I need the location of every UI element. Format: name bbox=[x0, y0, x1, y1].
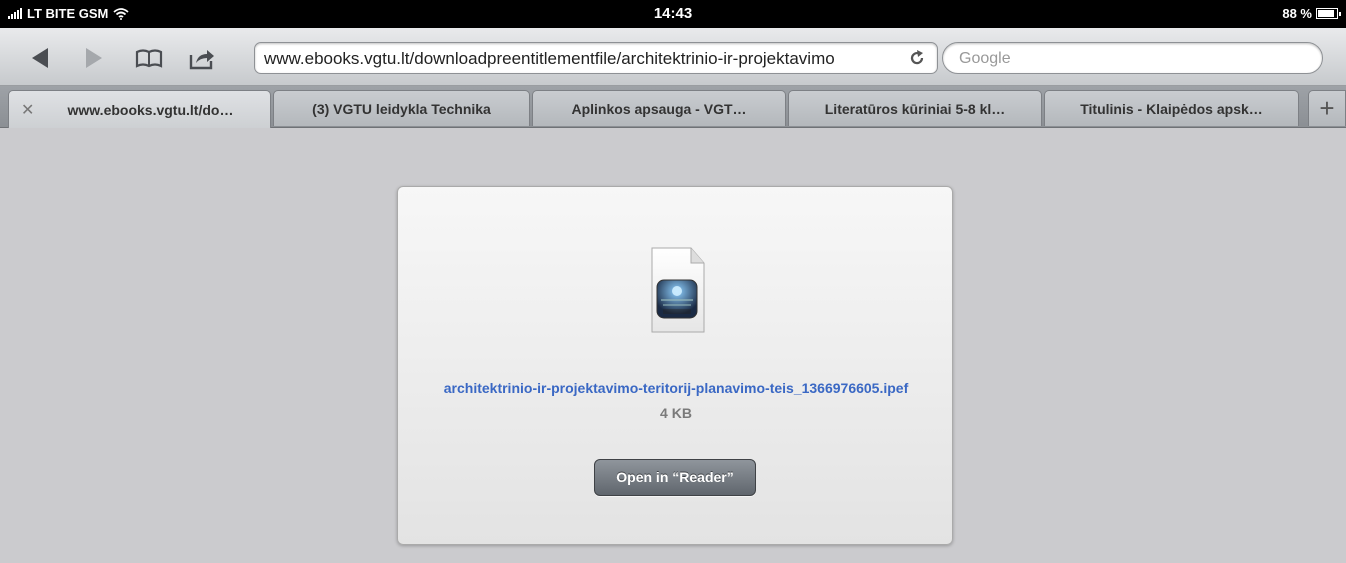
document-icon bbox=[651, 247, 705, 333]
reload-icon[interactable] bbox=[907, 48, 927, 68]
download-filesize: 4 KB bbox=[660, 405, 692, 421]
url-text[interactable]: www.ebooks.vgtu.lt/downloadpreentitlemen… bbox=[264, 49, 904, 69]
tab-bar: ✕ www.ebooks.vgtu.lt/do… (3) VGTU leidyk… bbox=[0, 86, 1346, 128]
tab-label: www.ebooks.vgtu.lt/do… bbox=[67, 101, 234, 118]
tab-active[interactable]: ✕ www.ebooks.vgtu.lt/do… bbox=[8, 90, 271, 128]
battery-icon bbox=[1316, 8, 1341, 19]
tab-label: Titulinis - Klaipėdos apsk… bbox=[1080, 100, 1263, 117]
tab-vgtu-leidykla[interactable]: (3) VGTU leidykla Technika bbox=[273, 90, 530, 126]
tab-label: (3) VGTU leidykla Technika bbox=[312, 100, 491, 117]
search-placeholder: Google bbox=[959, 50, 1011, 67]
forward-icon[interactable] bbox=[78, 43, 108, 73]
tab-aplinkos-apsauga[interactable]: Aplinkos apsauga - VGT… bbox=[532, 90, 786, 126]
tab-label: Literatūros kūriniai 5-8 kl… bbox=[824, 100, 1006, 117]
download-filename: architektrinio-ir-projektavimo-teritorij… bbox=[443, 380, 909, 396]
tab-label: Aplinkos apsauga - VGT… bbox=[571, 100, 747, 117]
bookmarks-icon[interactable] bbox=[134, 43, 164, 73]
battery-indicator: 88 % bbox=[1282, 6, 1341, 21]
browser-toolbar: www.ebooks.vgtu.lt/downloadpreentitlemen… bbox=[0, 28, 1346, 86]
share-icon[interactable] bbox=[187, 43, 217, 73]
address-bar[interactable]: www.ebooks.vgtu.lt/downloadpreentitlemen… bbox=[254, 42, 938, 74]
back-icon[interactable] bbox=[26, 43, 56, 73]
close-tab-icon[interactable]: ✕ bbox=[21, 100, 34, 120]
page-content: architektrinio-ir-projektavimo-teritorij… bbox=[8, 128, 1338, 563]
status-time: 14:43 bbox=[653, 5, 693, 22]
tab-titulinis[interactable]: Titulinis - Klaipėdos apsk… bbox=[1044, 90, 1299, 126]
add-tab-button[interactable]: + bbox=[1308, 90, 1346, 126]
search-field[interactable]: Google bbox=[942, 42, 1323, 74]
tab-literaturos-kuriniai[interactable]: Literatūros kūriniai 5-8 kl… bbox=[788, 90, 1042, 126]
open-in-reader-button[interactable]: Open in “Reader” bbox=[594, 459, 756, 496]
battery-percent: 88 % bbox=[1282, 6, 1312, 21]
download-panel: architektrinio-ir-projektavimo-teritorij… bbox=[397, 186, 953, 545]
status-bar: LT BITE GSM 14:43 88 % bbox=[0, 0, 1346, 28]
